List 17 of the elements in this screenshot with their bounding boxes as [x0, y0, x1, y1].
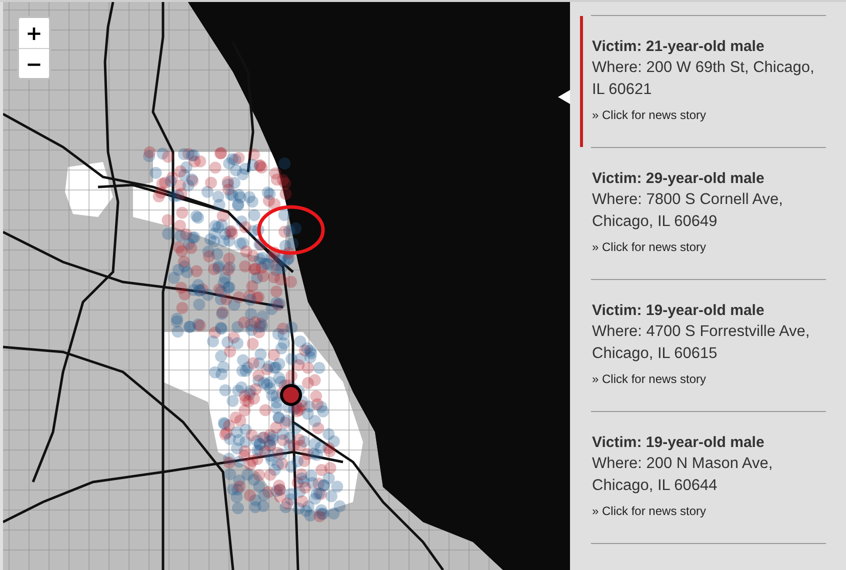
victim-address: Where: 7800 S Cornell Ave, Chicago, IL 60649: [592, 190, 784, 232]
victim-title: Victim: 21-year-old male: [592, 37, 766, 57]
victim-item[interactable]: Victim: 19-year-old male Where: 200 N Mason Ave, Chicago, IL 60644 » Click for news story: [591, 412, 826, 544]
news-story-link[interactable]: » Click for news story: [592, 239, 706, 255]
victim-item[interactable]: Victim: 19-year-old male Where: 4700 S Forrestville Ave, Chicago, IL 60615 » Click for news story: [591, 280, 826, 412]
victim-title: Victim: 19-year-old male: [592, 433, 766, 453]
news-story-link[interactable]: » Click for news story: [592, 503, 706, 519]
victim-title: Victim: 19-year-old male: [592, 301, 766, 321]
victim-item[interactable]: Victim: 21-year-old male Where: 200 W 69th St, Chicago, IL 60621 » Click for news story: [591, 16, 826, 148]
victim-item[interactable]: Victim: 29-year-old male Where: 7800 S Cornell Ave, Chicago, IL 60649 » Click for news story: [591, 148, 826, 280]
news-story-link[interactable]: » Click for news story: [592, 107, 706, 123]
victim-address: Where: 200 W 69th St, Chicago, IL 60621: [592, 58, 816, 100]
news-story-link[interactable]: » Click for news story: [592, 371, 706, 387]
zoom-out-button[interactable]: −: [19, 48, 49, 78]
victim-address: Where: 4700 S Forrestville Ave, Chicago, IL 60615: [592, 322, 811, 364]
victim-address: Where: 200 N Mason Ave, Chicago, IL 60644: [592, 454, 774, 496]
victim-title: Victim: 29-year-old male: [592, 169, 766, 189]
